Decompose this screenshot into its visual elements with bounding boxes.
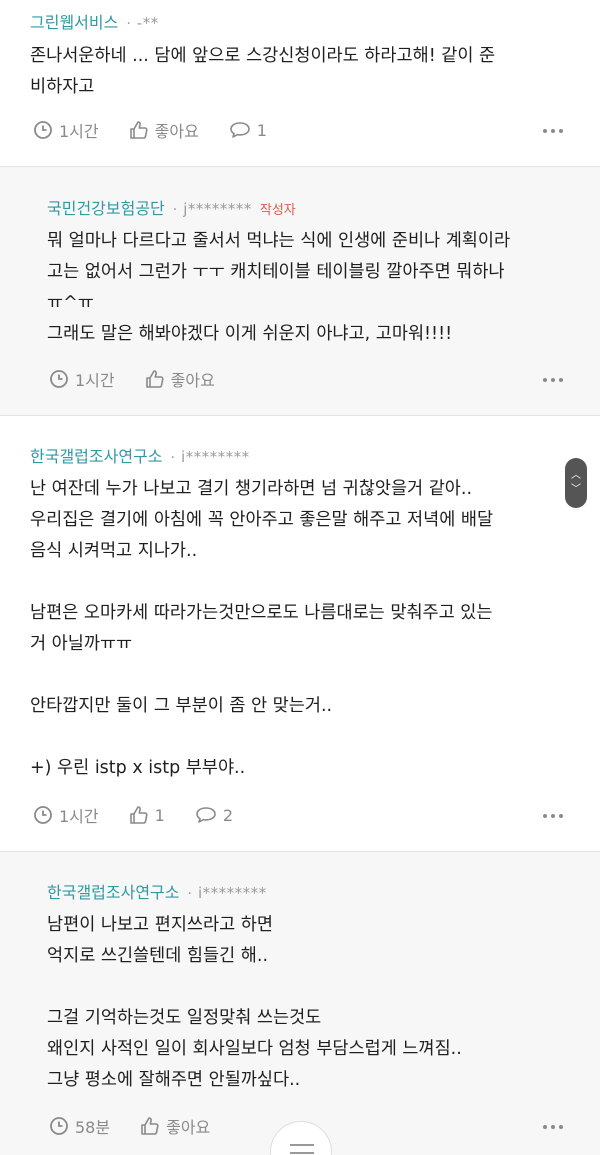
- comment-line: 존나서운하네 ... 담에 앞으로 스강신청이라도 하라고해! 같이 준: [30, 46, 496, 66]
- speech-bubble-icon: [196, 807, 216, 823]
- thumbs-up-icon: [141, 1117, 159, 1135]
- comment-line: 난 여잔데 누가 나보고 결기 챙기라하면 넘 귀찮앗을거 같아..: [30, 479, 473, 499]
- meta-separator: ·: [172, 202, 178, 218]
- speech-bubble-icon: [229, 122, 250, 138]
- menu-lines-icon: [290, 1152, 314, 1154]
- like-label: 좋아요: [170, 371, 215, 390]
- reply-button[interactable]: 1: [229, 120, 267, 140]
- like-label: 좋아요: [154, 122, 199, 141]
- reply-comment: 한국갤럽조사연구소 · i******** 남편이 나보고 편지쓰라고 하면억지…: [0, 852, 600, 1155]
- comment-actions: 1시간 좋아요 1: [33, 118, 297, 142]
- masked-user-id: -**: [136, 14, 159, 32]
- meta-separator: ·: [187, 886, 192, 902]
- comment-line: 뭐 얼마나 다르다고 줄서서 먹냐는 식에 인생에 준비나 계획이라: [47, 231, 511, 251]
- more-dots-icon[interactable]: [543, 376, 567, 384]
- comment-body: 뭐 얼마나 다르다고 줄서서 먹냐는 식에 인생에 준비나 계획이라고는 없어서…: [47, 226, 510, 350]
- meta-separator: ·: [170, 450, 175, 466]
- reply-count: 1: [256, 120, 267, 140]
- reply-comment: 국민건강보험공단 · j******** 작성자 뭐 얼마나 다르다고 줄서서 …: [0, 167, 600, 415]
- scroll-up-icon[interactable]: ︿: [571, 469, 581, 483]
- thumbs-up-icon: [145, 370, 164, 388]
- time-info: 1시간: [33, 803, 99, 827]
- comment-actions: 1시간 좋아요: [49, 367, 245, 391]
- writer-badge: 작성자: [259, 203, 296, 218]
- comment-line: 남편은 오마카세 따라가는것만으로도 나름대로는 맞춰주고 있는: [30, 603, 493, 623]
- comment-meta: 국민건강보험공단 · j******** 작성자: [47, 195, 296, 219]
- comment-actions: 1시간 1 2: [33, 803, 263, 827]
- comment-meta: 그린웹서비스 · -**: [30, 9, 159, 33]
- comment-line: 그걸 기억하는것도 일정맞춰 쓰는것도: [47, 1008, 322, 1028]
- comment: 한국갤럽조사연구소 · i******** 난 여잔데 누가 나보고 결기 챙기…: [0, 416, 600, 851]
- masked-user-id: i********: [180, 448, 250, 466]
- comment: 그린웹서비스 · -** 존나서운하네 ... 담에 앞으로 스강신청이라도 하…: [0, 0, 600, 166]
- author-name[interactable]: 그린웹서비스: [30, 9, 118, 33]
- time-info: 1시간: [33, 118, 99, 142]
- author-name[interactable]: 국민건강보험공단: [47, 195, 165, 219]
- reply-count: 2: [222, 805, 233, 825]
- comment-line: +) 우린 istp x istp 부부야..: [30, 758, 246, 778]
- comment-line: 안타깝지만 둘이 그 부분이 좀 안 맞는거..: [30, 696, 333, 716]
- clock-icon: [34, 806, 52, 824]
- comment-line: 우리집은 결기에 아침에 꼭 안아주고 좋은말 해주고 저녁에 배달: [30, 510, 494, 530]
- comment-body: 존나서운하네 ... 담에 앞으로 스강신청이라도 하라고해! 같이 준비하자고: [30, 41, 495, 103]
- clock-icon: [50, 1117, 68, 1135]
- comment-line: 비하자고: [30, 77, 95, 97]
- comment-line: 남편이 나보고 편지쓰라고 하면: [47, 915, 273, 935]
- like-button[interactable]: 1: [129, 805, 165, 825]
- time-info: 58분: [49, 1114, 110, 1138]
- clock-icon: [50, 370, 68, 388]
- like-count: 1: [154, 805, 165, 825]
- meta-separator: ·: [126, 16, 131, 32]
- masked-user-id: i********: [197, 884, 267, 902]
- menu-lines-icon: [290, 1144, 314, 1146]
- more-dots-icon[interactable]: [543, 812, 567, 820]
- comment-actions: 58분 좋아요: [49, 1114, 240, 1138]
- time-text: 1시간: [75, 371, 115, 390]
- comment-line: 음식 시켜먹고 지나가..: [30, 541, 198, 561]
- comment-line: 거 아닐까ㅠㅠ: [30, 634, 133, 654]
- thumbs-up-icon: [129, 121, 148, 139]
- time-text: 58분: [75, 1118, 111, 1137]
- author-name[interactable]: 한국갤럽조사연구소: [47, 879, 179, 903]
- comment-line: 그래도 말은 해봐야겠다 이게 쉬운지 아냐고, 고마워!!!!: [47, 324, 453, 344]
- like-button[interactable]: 좋아요: [129, 118, 199, 142]
- time-info: 1시간: [49, 367, 115, 391]
- scroll-handle[interactable]: ︿ ﹀: [565, 458, 587, 508]
- more-dots-icon[interactable]: [543, 127, 567, 135]
- comment-body: 남편이 나보고 편지쓰라고 하면억지로 쓰긴쓸텐데 힘들긴 해.. 그걸 기억하는…: [47, 910, 462, 1096]
- comment-line: 고는 없어서 그런가 ㅜㅜ 캐치테이블 테이블링 깔아주면 뭐하나: [47, 262, 505, 282]
- comment-line: 그냥 평소에 잘해주면 안될까싶다..: [47, 1070, 301, 1090]
- comment-meta: 한국갤럽조사연구소 · i********: [30, 443, 250, 467]
- comment-line: 왜인지 사적인 일이 회사일보다 엄청 부담스럽게 느껴짐..: [47, 1039, 462, 1059]
- reply-button[interactable]: 2: [195, 805, 233, 825]
- clock-icon: [34, 121, 52, 139]
- time-text: 1시간: [59, 122, 99, 141]
- scroll-down-icon[interactable]: ﹀: [571, 483, 581, 497]
- masked-user-id: j********: [183, 200, 252, 218]
- author-name[interactable]: 한국갤럽조사연구소: [30, 443, 162, 467]
- comment-line: 억지로 쓰긴쓸텐데 힘들긴 해..: [47, 946, 269, 966]
- like-button[interactable]: 좋아요: [145, 367, 215, 391]
- comment-meta: 한국갤럽조사연구소 · i********: [47, 879, 267, 903]
- thumbs-up-icon: [129, 806, 148, 824]
- like-label: 좋아요: [166, 1118, 211, 1137]
- more-dots-icon[interactable]: [543, 1123, 567, 1131]
- like-button[interactable]: 좋아요: [140, 1114, 210, 1138]
- time-text: 1시간: [59, 807, 99, 826]
- comment-line: ㅠ^ㅠ: [47, 293, 94, 313]
- comment-body: 난 여잔데 누가 나보고 결기 챙기라하면 넘 귀찮앗을거 같아.. 우리집은 결…: [30, 474, 493, 784]
